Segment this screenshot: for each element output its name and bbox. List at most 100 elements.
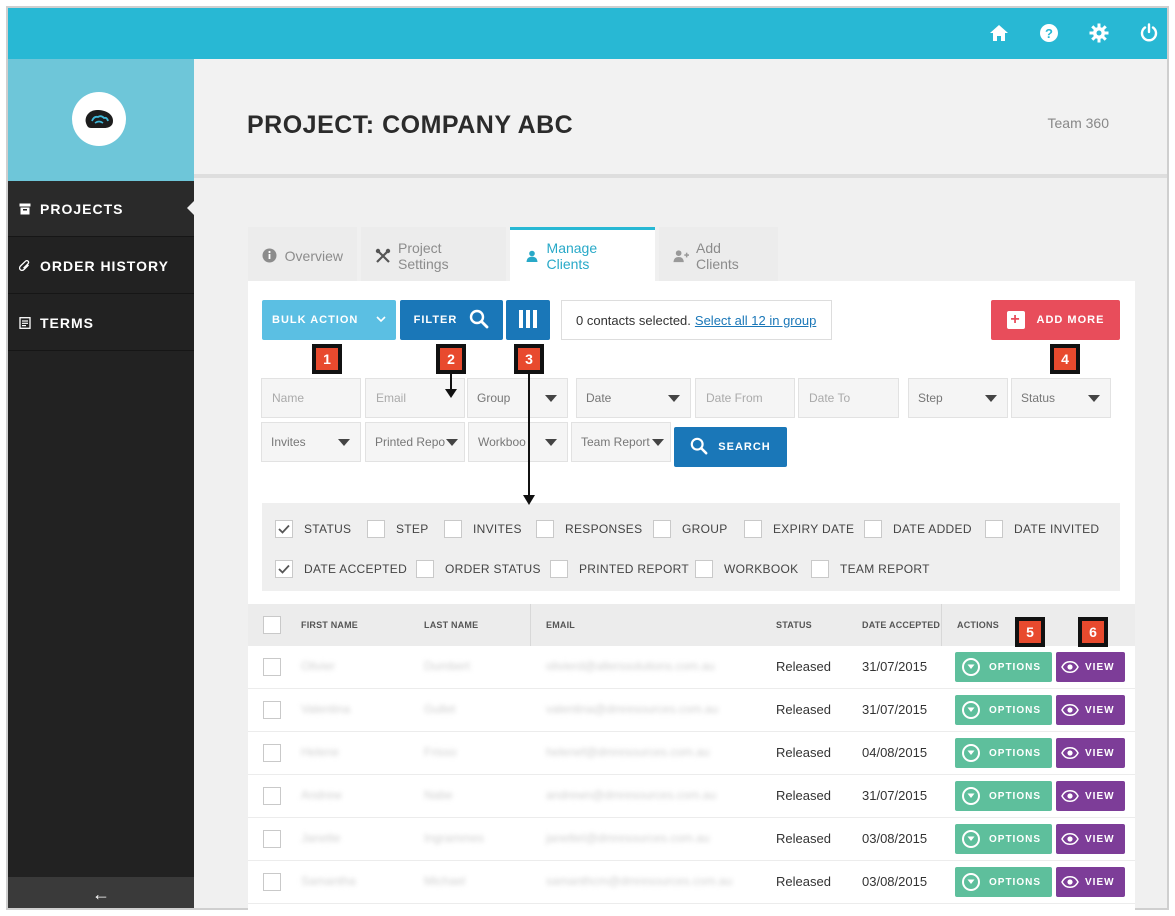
chevron-down-circle-icon xyxy=(962,830,980,848)
column-checkbox-invites[interactable]: INVITES xyxy=(444,520,522,538)
collapse-sidebar-button[interactable]: ← xyxy=(8,877,194,908)
user-icon xyxy=(524,248,540,264)
name-filter-input[interactable]: Name xyxy=(261,378,361,418)
first-name-cell: Helene xyxy=(301,745,340,759)
eye-icon xyxy=(1061,661,1079,673)
select-all-link[interactable]: Select all 12 in group xyxy=(695,313,816,328)
status-cell: Released xyxy=(776,702,831,717)
column-checkbox-printed-report[interactable]: PRINTED REPORT xyxy=(550,560,689,578)
search-icon xyxy=(469,309,489,332)
sidebar-item-order-history[interactable]: ORDER HISTORY xyxy=(8,238,194,294)
row-checkbox[interactable] xyxy=(263,873,281,891)
view-button[interactable]: VIEW xyxy=(1056,695,1125,725)
view-button[interactable]: VIEW xyxy=(1056,738,1125,768)
workbook-filter-select[interactable]: Workboo xyxy=(468,422,568,462)
date-filter-select[interactable]: Date xyxy=(576,378,691,418)
power-icon[interactable] xyxy=(1138,22,1160,44)
row-checkbox[interactable] xyxy=(263,658,281,676)
caret-down-icon xyxy=(1088,395,1100,402)
column-checkbox-date-accepted[interactable]: DATE ACCEPTED xyxy=(275,560,407,578)
options-label: OPTIONS xyxy=(989,833,1042,845)
home-icon[interactable] xyxy=(988,22,1010,44)
select-all-checkbox[interactable] xyxy=(263,616,281,634)
options-button[interactable]: OPTIONS xyxy=(955,695,1052,725)
gear-icon[interactable] xyxy=(1088,22,1110,44)
column-checkbox-status[interactable]: STATUS xyxy=(275,520,351,538)
sidebar-item-terms[interactable]: TERMS xyxy=(8,295,194,351)
first-name-cell: Olivier xyxy=(301,659,336,673)
column-checkbox-expiry-date[interactable]: EXPIRY DATE xyxy=(744,520,854,538)
view-button[interactable]: VIEW xyxy=(1056,652,1125,682)
columns-toggle-button[interactable] xyxy=(506,300,550,340)
column-checkbox-group[interactable]: GROUP xyxy=(653,520,728,538)
column-checkbox-date-added[interactable]: DATE ADDED xyxy=(864,520,972,538)
status-cell: Released xyxy=(776,831,831,846)
tools-icon xyxy=(375,248,391,264)
column-checkbox-responses[interactable]: RESPONSES xyxy=(536,520,642,538)
printed-report-filter-select[interactable]: Printed Repo xyxy=(365,422,465,462)
column-header-first-name[interactable]: FIRST NAME xyxy=(301,620,358,630)
column-checkbox-workbook[interactable]: WORKBOOK xyxy=(695,560,798,578)
selection-summary: 0 contacts selected. Select all 12 in gr… xyxy=(561,300,832,340)
column-checkbox-step[interactable]: STEP xyxy=(367,520,429,538)
caret-down-icon xyxy=(652,439,664,446)
checkmark-icon xyxy=(275,520,293,538)
column-header-email[interactable]: EMAIL xyxy=(546,620,575,630)
annotation-marker-3: 3 xyxy=(514,344,544,374)
caret-down-icon xyxy=(985,395,997,402)
bulk-action-button[interactable]: BULK ACTION xyxy=(262,300,396,340)
column-header-date-accepted[interactable]: DATE ACCEPTED xyxy=(862,620,940,630)
logo-area xyxy=(8,59,194,181)
options-button[interactable]: OPTIONS xyxy=(955,652,1052,682)
tab-project-settings[interactable]: Project Settings xyxy=(361,227,506,281)
search-icon xyxy=(690,437,708,458)
tab-bar: Overview Project Settings Manage Clients… xyxy=(248,227,782,281)
add-more-button[interactable]: + ADD MORE xyxy=(991,300,1120,340)
tab-label: Project Settings xyxy=(398,239,449,272)
search-button[interactable]: SEARCH xyxy=(674,427,787,467)
team-report-filter-select[interactable]: Team Report xyxy=(571,422,671,462)
chevron-down-circle-icon xyxy=(962,873,980,891)
row-checkbox[interactable] xyxy=(263,744,281,762)
view-button[interactable]: VIEW xyxy=(1056,781,1125,811)
status-filter-select[interactable]: Status xyxy=(1011,378,1111,418)
view-button[interactable]: VIEW xyxy=(1056,867,1125,897)
options-button[interactable]: OPTIONS xyxy=(955,824,1052,854)
column-checkbox-date-invited[interactable]: DATE INVITED xyxy=(985,520,1099,538)
tab-label: Add Clients xyxy=(696,239,739,272)
view-button[interactable]: VIEW xyxy=(1056,824,1125,854)
columns-icon xyxy=(518,309,538,332)
column-checkbox-order-status[interactable]: ORDER STATUS xyxy=(416,560,541,578)
last-name-cell: Gullet xyxy=(424,702,456,716)
row-checkbox[interactable] xyxy=(263,787,281,805)
help-icon[interactable]: ? xyxy=(1038,22,1060,44)
sidebar-item-label: TERMS xyxy=(40,314,94,331)
page-title: PROJECT: COMPANY ABC xyxy=(247,111,574,139)
invites-filter-select[interactable]: Invites xyxy=(261,422,361,462)
date-to-input[interactable]: Date To xyxy=(798,378,899,418)
table-row: Janette Ingrammes janetteI@dmresources.c… xyxy=(248,818,1135,861)
row-checkbox[interactable] xyxy=(263,830,281,848)
tab-overview[interactable]: Overview xyxy=(248,227,357,281)
options-button[interactable]: OPTIONS xyxy=(955,738,1052,768)
column-header-status[interactable]: STATUS xyxy=(776,620,812,630)
step-filter-select[interactable]: Step xyxy=(908,378,1008,418)
options-button[interactable]: OPTIONS xyxy=(955,781,1052,811)
last-name-cell: Michael xyxy=(424,874,466,888)
sidebar-item-projects[interactable]: PROJECTS xyxy=(8,181,194,237)
group-filter-select[interactable]: Group xyxy=(467,378,568,418)
annotation-marker-6: 6 xyxy=(1078,617,1108,647)
email-cell: valentina@dmresources.com.au xyxy=(546,702,719,716)
tab-label: Overview xyxy=(284,247,343,264)
date-accepted-cell: 31/07/2015 xyxy=(862,788,928,803)
column-header-last-name[interactable]: LAST NAME xyxy=(424,620,478,630)
column-checkbox-team-report[interactable]: TEAM REPORT xyxy=(811,560,930,578)
sidebar-item-label: ORDER HISTORY xyxy=(40,257,169,274)
row-checkbox[interactable] xyxy=(263,701,281,719)
date-from-input[interactable]: Date From xyxy=(695,378,795,418)
tab-add-clients[interactable]: Add Clients xyxy=(659,227,778,281)
options-button[interactable]: OPTIONS xyxy=(955,867,1052,897)
chevron-down-circle-icon xyxy=(962,787,980,805)
tab-manage-clients[interactable]: Manage Clients xyxy=(510,227,655,281)
filter-button[interactable]: FILTER xyxy=(400,300,503,340)
